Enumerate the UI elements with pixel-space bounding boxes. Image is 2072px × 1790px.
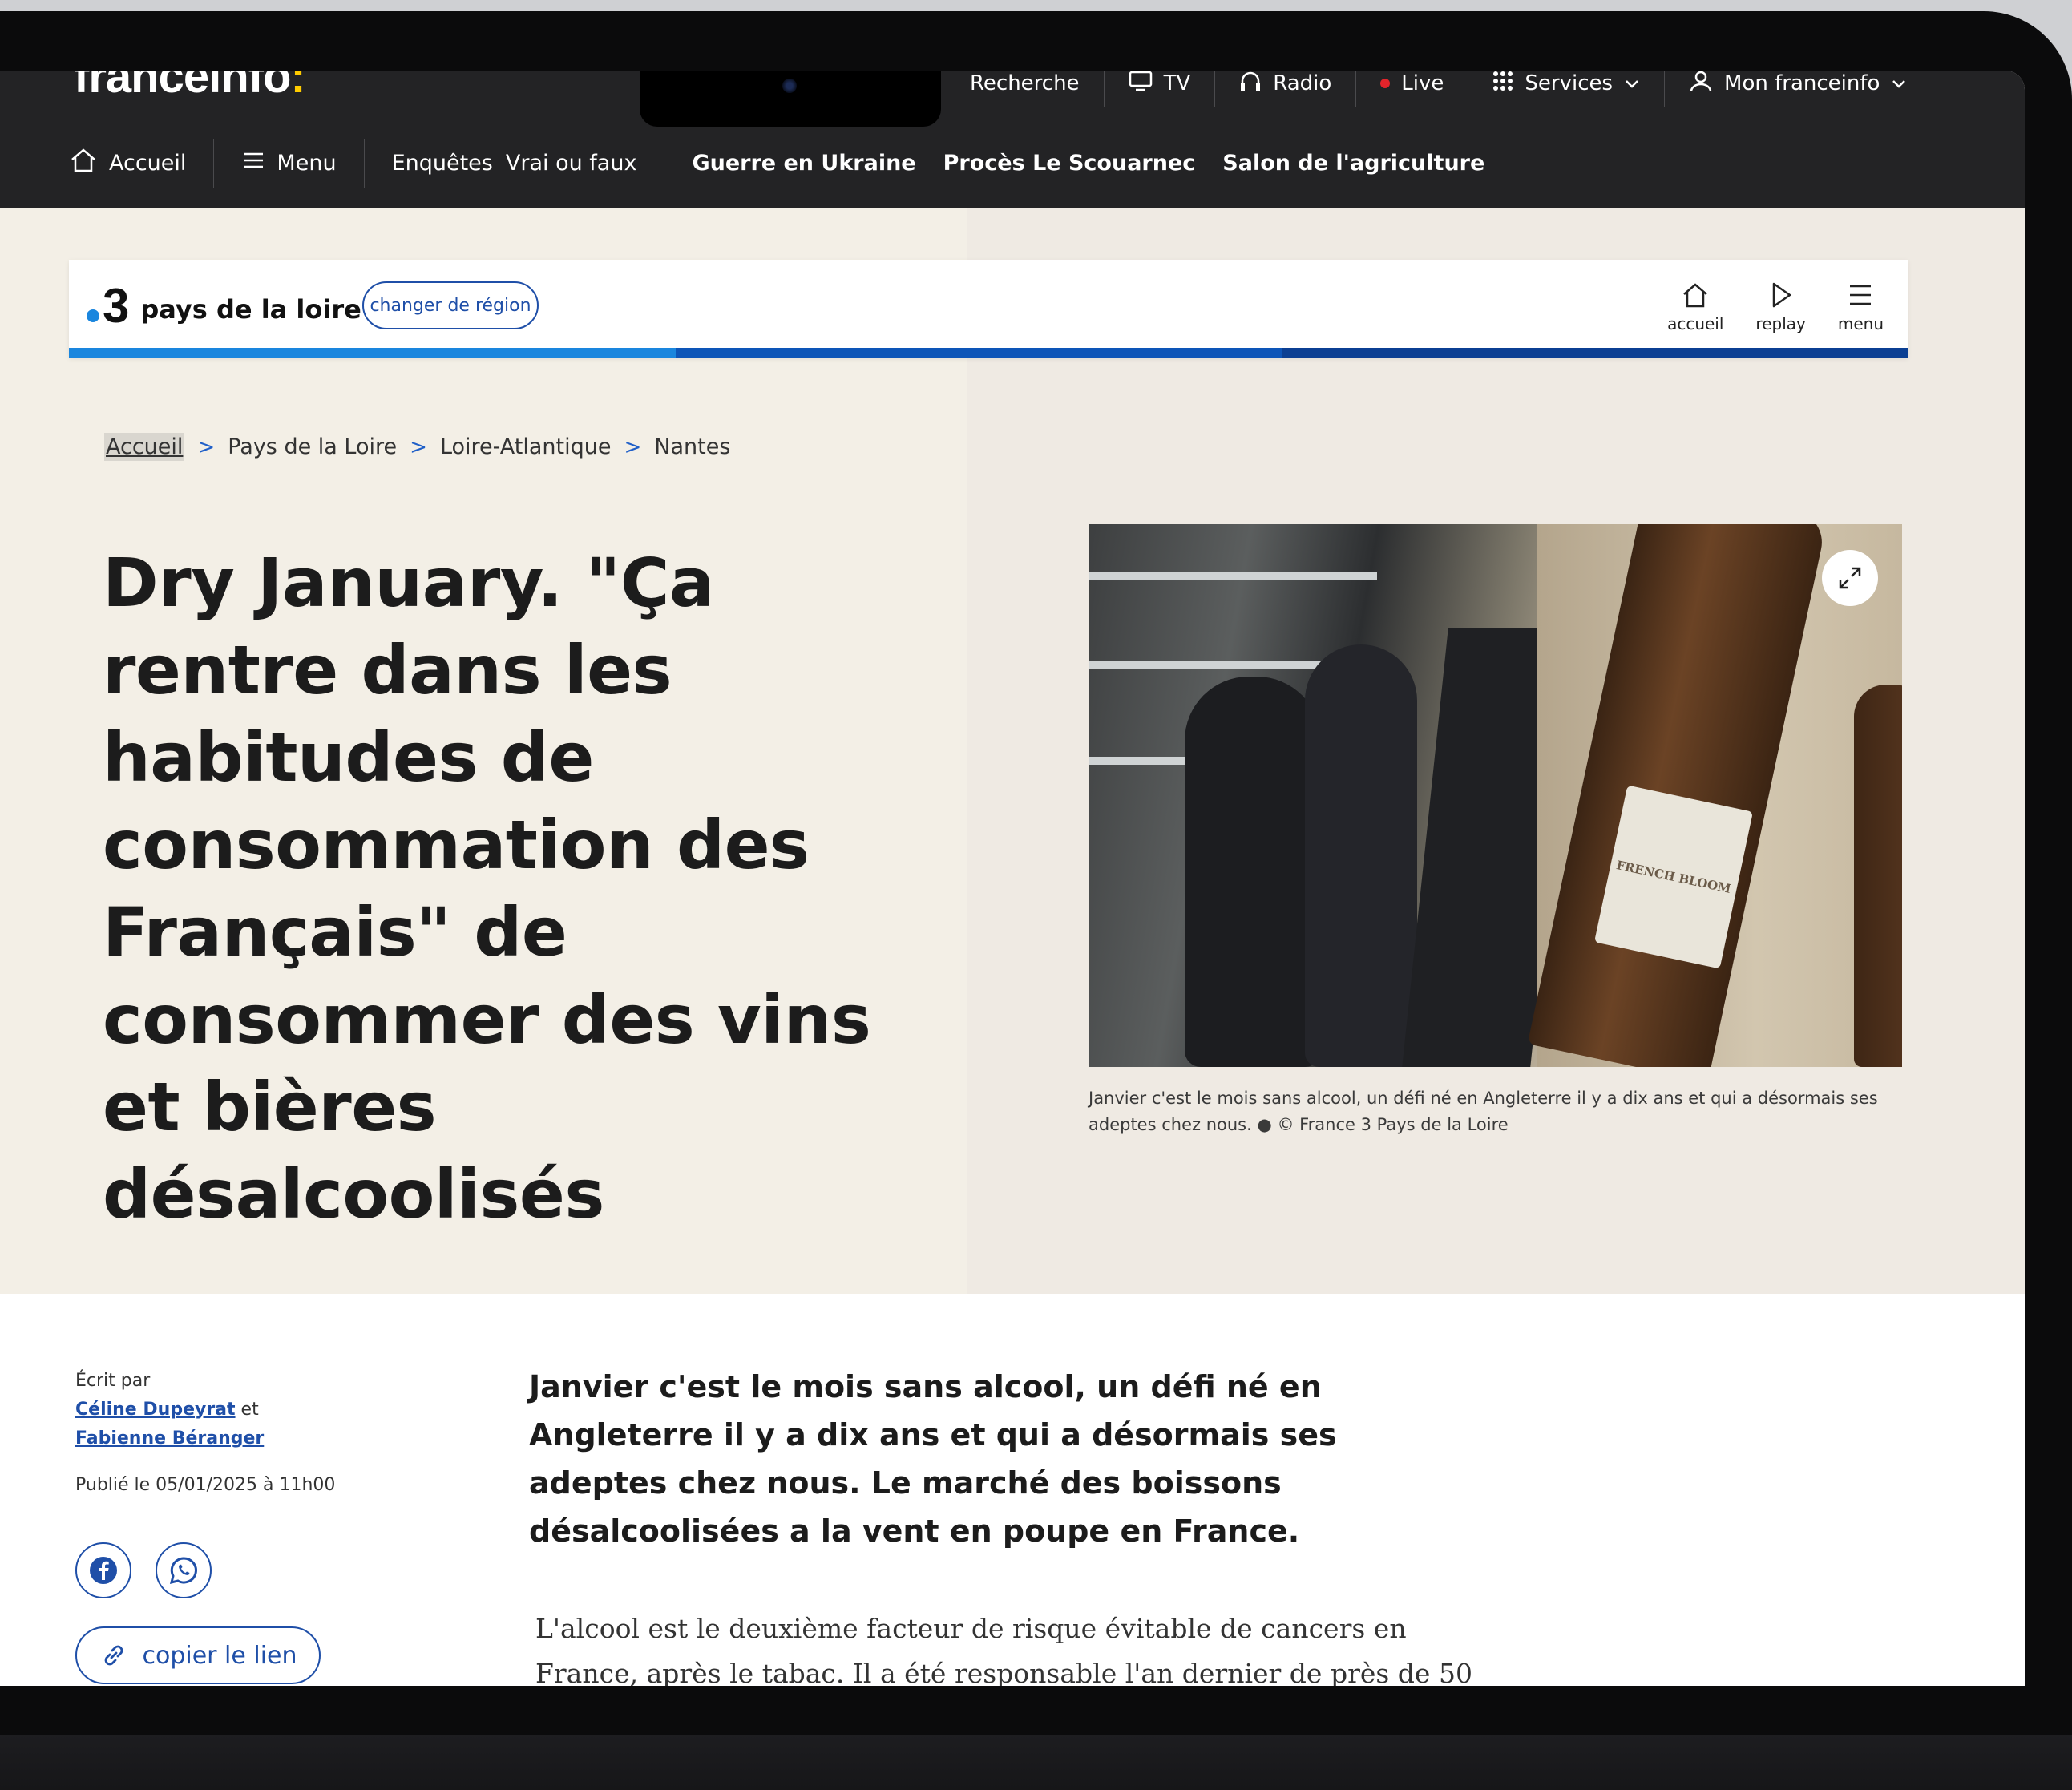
grid-icon bbox=[1492, 71, 1513, 97]
nav-home[interactable]: Accueil bbox=[0, 139, 213, 188]
nav-menu-label: Menu bbox=[277, 151, 337, 176]
breadcrumb-separator: > bbox=[624, 434, 642, 459]
link-icon bbox=[105, 1645, 123, 1666]
franceinfo-logo[interactable]: franceinfo: bbox=[74, 71, 306, 103]
copy-link-button[interactable]: copier le lien bbox=[75, 1626, 321, 1684]
photo-person bbox=[1185, 677, 1321, 1067]
account-label: Mon franceinfo bbox=[1724, 71, 1880, 95]
france3-region-logo[interactable]: 3 pays de la loire bbox=[87, 282, 361, 330]
author-link[interactable]: Céline Dupeyrat bbox=[75, 1400, 236, 1420]
webcam-icon bbox=[782, 79, 797, 93]
breadcrumb-department[interactable]: Loire-Atlantique bbox=[440, 434, 612, 459]
region-name: pays de la loire bbox=[140, 294, 361, 325]
radio-label: Radio bbox=[1273, 71, 1332, 95]
article-body: L'alcool est le deuxième facteur de risq… bbox=[535, 1613, 1472, 1686]
facebook-icon bbox=[90, 1557, 117, 1584]
share-facebook-button[interactable] bbox=[75, 1542, 131, 1598]
france3-number: 3 bbox=[103, 279, 130, 333]
tv-link[interactable]: TV bbox=[1105, 71, 1216, 107]
logo-dot bbox=[87, 309, 99, 322]
headphones-icon bbox=[1239, 71, 1262, 97]
live-label: Live bbox=[1401, 71, 1444, 95]
breadcrumb: Accueil > Pays de la Loire > Loire-Atlan… bbox=[104, 433, 730, 461]
breadcrumb-separator: > bbox=[410, 434, 427, 459]
tv-icon bbox=[1129, 71, 1153, 97]
hamburger-icon bbox=[1850, 285, 1872, 305]
published-date: Publié le 05/01/2025 à 11h00 bbox=[75, 1475, 336, 1495]
breadcrumb-city[interactable]: Nantes bbox=[654, 434, 730, 459]
article-meta: Écrit par Céline Dupeyrat et Fabienne Bé… bbox=[75, 1367, 412, 1500]
article-headline: Dry January. "Ça rentre dans les habitud… bbox=[103, 543, 871, 1234]
laptop-chin bbox=[0, 1735, 2072, 1790]
region-menu-label: menu bbox=[1837, 314, 1884, 333]
written-by-label: Écrit par bbox=[75, 1371, 151, 1391]
nav-highlight-ukraine[interactable]: Guerre en Ukraine bbox=[664, 139, 929, 188]
photo-person bbox=[1305, 644, 1417, 1067]
share-whatsapp-button[interactable] bbox=[156, 1542, 212, 1598]
account-menu[interactable]: Mon franceinfo bbox=[1665, 71, 1931, 107]
region-color-stripe bbox=[69, 348, 1908, 358]
home-icon bbox=[1683, 283, 1708, 308]
breadcrumb-region[interactable]: Pays de la Loire bbox=[228, 434, 397, 459]
region-home-label: accueil bbox=[1667, 314, 1724, 333]
author-line: Céline Dupeyrat et bbox=[75, 1396, 412, 1424]
browser-viewport: franceinfo: Recherche TV Radio Live Serv… bbox=[0, 71, 2025, 1686]
search-link[interactable]: Recherche bbox=[946, 71, 1105, 107]
nav-link-enquetes[interactable]: Enquêtes bbox=[365, 139, 501, 188]
nav-menu[interactable]: Menu bbox=[214, 139, 363, 188]
home-icon bbox=[69, 146, 98, 180]
nav-highlight-agriculture[interactable]: Salon de l'agriculture bbox=[1209, 139, 1498, 188]
site-topbar: franceinfo: Recherche TV Radio Live Serv… bbox=[0, 71, 2025, 119]
radio-link[interactable]: Radio bbox=[1215, 71, 1357, 107]
chevron-down-icon bbox=[1624, 71, 1640, 95]
services-label: Services bbox=[1525, 71, 1614, 95]
breadcrumb-separator: > bbox=[197, 434, 216, 459]
breadcrumb-home[interactable]: Accueil bbox=[104, 433, 185, 461]
photo-caption: Janvier c'est le mois sans alcool, un dé… bbox=[1089, 1089, 1878, 1134]
play-icon bbox=[1772, 282, 1791, 308]
author-link[interactable]: Fabienne Béranger bbox=[75, 1428, 264, 1449]
share-buttons bbox=[75, 1542, 212, 1598]
change-region-button[interactable]: changer de région bbox=[362, 281, 539, 329]
top-links: Recherche TV Radio Live Services Mon fra… bbox=[946, 71, 1931, 107]
region-menu-button[interactable]: menu bbox=[1838, 279, 1884, 333]
article-lead: Janvier c'est le mois sans alcool, un dé… bbox=[529, 1369, 1337, 1549]
nav-home-label: Accueil bbox=[109, 151, 187, 176]
photo-shelf bbox=[1089, 572, 1377, 580]
region-bar: 3 pays de la loire changer de région acc… bbox=[69, 260, 1908, 358]
expand-icon bbox=[1839, 567, 1861, 589]
user-icon bbox=[1689, 71, 1713, 99]
chevron-down-icon bbox=[1891, 71, 1907, 95]
nav-highlight-scouarnec[interactable]: Procès Le Scouarnec bbox=[930, 139, 1210, 188]
region-home-button[interactable]: accueil bbox=[1667, 279, 1723, 333]
photo-bottle bbox=[1854, 685, 1902, 1067]
region-tools: accueil replay menu bbox=[1667, 279, 1884, 333]
whatsapp-icon bbox=[169, 1557, 197, 1585]
author-conjunction: et bbox=[240, 1400, 259, 1420]
live-dot-icon bbox=[1380, 79, 1391, 88]
main-navbar: Accueil Menu Enquêtes Vrai ou faux Guerr… bbox=[0, 119, 2025, 208]
services-menu[interactable]: Services bbox=[1468, 71, 1666, 107]
region-replay-label: replay bbox=[1755, 314, 1806, 333]
camera-notch bbox=[640, 71, 941, 127]
live-link[interactable]: Live bbox=[1356, 71, 1469, 107]
copy-link-label: copier le lien bbox=[142, 1641, 297, 1670]
expand-photo-button[interactable] bbox=[1822, 550, 1878, 606]
search-label: Recherche bbox=[970, 71, 1080, 95]
region-replay-button[interactable]: replay bbox=[1755, 279, 1806, 333]
article-photo: FRENCH BLOOM bbox=[1089, 524, 1902, 1067]
hamburger-icon bbox=[241, 150, 265, 176]
tv-label: TV bbox=[1163, 71, 1191, 95]
nav-link-vrai-ou-faux[interactable]: Vrai ou faux bbox=[501, 139, 664, 188]
